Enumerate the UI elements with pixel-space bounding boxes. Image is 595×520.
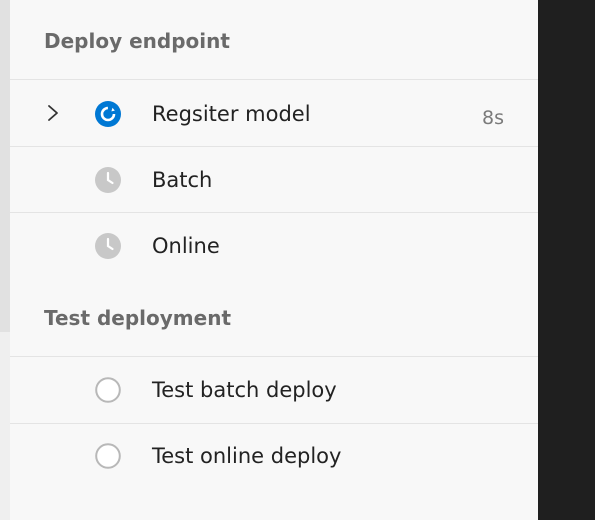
running-icon <box>95 101 121 127</box>
job-row-online[interactable]: Online <box>10 213 538 279</box>
job-name: Test online deploy <box>152 444 342 468</box>
left-gutter-shade <box>0 0 10 332</box>
clock-icon <box>95 167 121 193</box>
chevron-right-icon[interactable] <box>46 103 60 123</box>
job-row-test-batch-deploy[interactable]: Test batch deploy <box>10 357 538 423</box>
empty-circle-icon <box>95 377 121 403</box>
job-name: Test batch deploy <box>152 378 337 402</box>
dark-background-strip <box>538 0 595 520</box>
divider <box>10 79 538 80</box>
clock-icon <box>95 233 121 259</box>
job-row-batch[interactable]: Batch <box>10 147 538 213</box>
job-row-test-online-deploy[interactable]: Test online deploy <box>10 423 538 489</box>
empty-circle-icon <box>95 443 121 469</box>
job-name: Online <box>152 234 220 258</box>
stage-header-deploy-endpoint: Deploy endpoint <box>44 29 230 53</box>
job-row-register-model[interactable]: Regsiter model 8s <box>10 81 538 147</box>
pipeline-jobs-panel: Deploy endpoint Regsiter model 8s Batch … <box>10 0 538 520</box>
job-duration: 8s <box>482 107 504 129</box>
job-name: Regsiter model <box>152 102 311 126</box>
stage-header-test-deployment: Test deployment <box>44 306 232 330</box>
job-name: Batch <box>152 168 213 192</box>
left-gutter <box>0 0 10 520</box>
